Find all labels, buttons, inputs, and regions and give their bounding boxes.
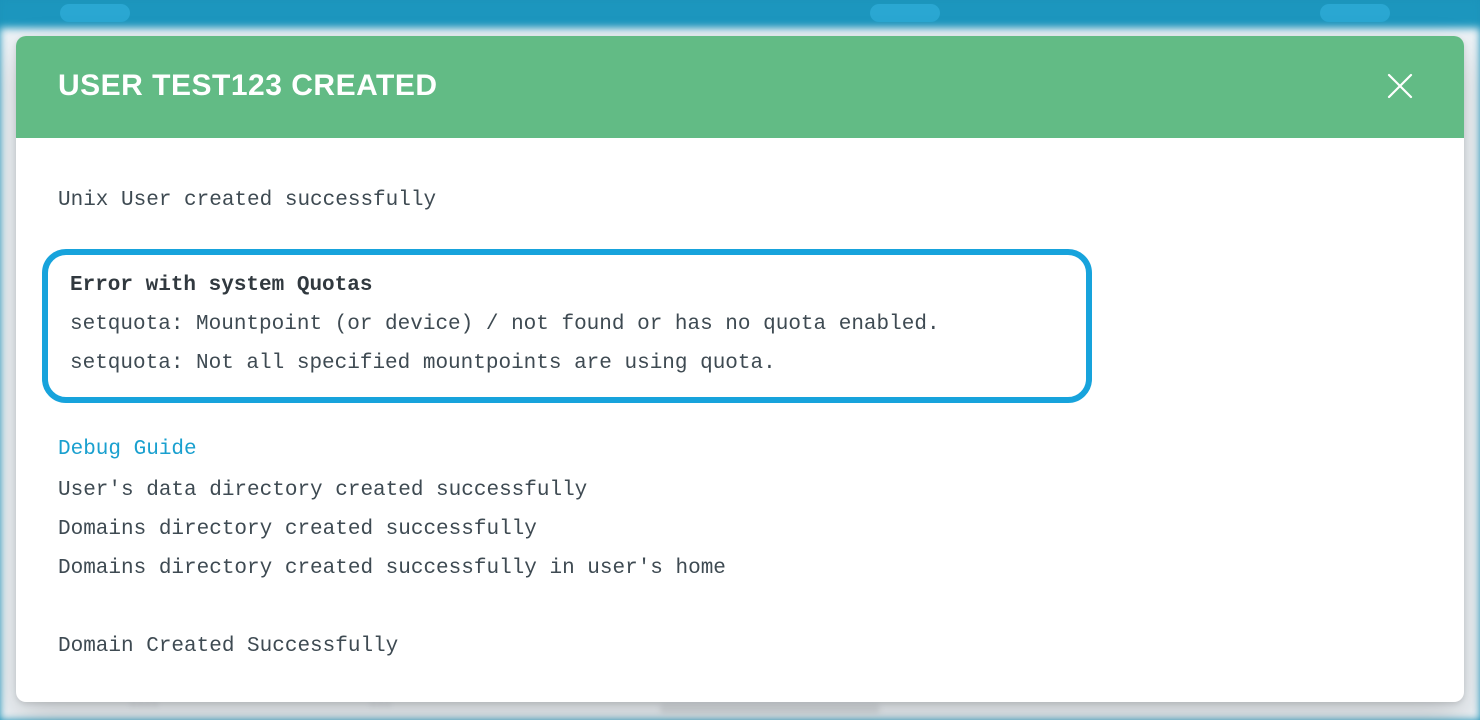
- error-line-1: setquota: Mountpoint (or device) / not f…: [70, 306, 1064, 345]
- step-domains-dir: Domains directory created successfully: [58, 511, 1422, 550]
- step-domain-created: Domain Created Successfully: [58, 628, 1422, 667]
- step-domains-home: Domains directory created successfully i…: [58, 550, 1422, 589]
- bg-shape: [870, 4, 940, 22]
- modal-body: Unix User created successfully Error wit…: [16, 138, 1464, 696]
- bg-shape: [60, 4, 130, 22]
- modal-header: USER TEST123 CREATED: [16, 36, 1464, 138]
- quota-error-box: Error with system Quotas setquota: Mount…: [42, 249, 1092, 404]
- error-line-2: setquota: Not all specified mountpoints …: [70, 345, 1064, 384]
- user-created-modal: USER TEST123 CREATED Unix User created s…: [16, 36, 1464, 702]
- close-button[interactable]: [1378, 64, 1422, 108]
- close-icon: [1385, 71, 1415, 101]
- bg-shape: [660, 704, 880, 714]
- debug-guide-link[interactable]: Debug Guide: [58, 431, 197, 470]
- step-data-dir: User's data directory created successful…: [58, 472, 1422, 511]
- intro-message: Unix User created successfully: [58, 182, 1422, 221]
- bg-shape: [1320, 4, 1390, 22]
- modal-title: USER TEST123 CREATED: [58, 69, 438, 103]
- error-heading: Error with system Quotas: [70, 267, 1064, 306]
- spacer: [58, 589, 1422, 628]
